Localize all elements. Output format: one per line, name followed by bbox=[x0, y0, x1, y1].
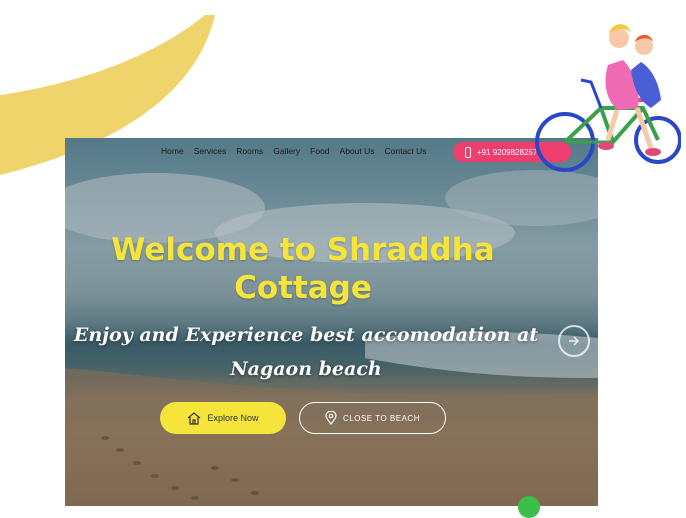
nav-about-us[interactable]: About Us bbox=[340, 146, 375, 156]
nav-food[interactable]: Food bbox=[310, 146, 329, 156]
home-icon bbox=[188, 411, 201, 425]
hero-section: Home Services Rooms Gallery Food About U… bbox=[65, 138, 598, 506]
chat-bubble-icon[interactable] bbox=[518, 496, 540, 518]
nav-rooms[interactable]: Rooms bbox=[236, 146, 263, 156]
carousel-next-button[interactable] bbox=[558, 325, 590, 357]
hero-subtitle: Enjoy and Experience best accomodation a… bbox=[73, 324, 539, 380]
chevron-right-icon bbox=[569, 336, 580, 346]
hero-title: Welcome to Shraddha Cottage bbox=[111, 232, 495, 306]
phone-icon bbox=[465, 146, 471, 158]
phone-number: +91 9209828257 bbox=[477, 147, 538, 157]
close-to-beach-button[interactable]: CLOSE TO BEACH bbox=[299, 402, 446, 434]
explore-now-label: Explore Now bbox=[207, 413, 259, 423]
bicycle-illustration bbox=[535, 24, 681, 172]
main-nav: Home Services Rooms Gallery Food About U… bbox=[161, 146, 427, 156]
nav-contact-us[interactable]: Contact Us bbox=[385, 146, 427, 156]
location-pin-icon bbox=[325, 411, 337, 425]
nav-home[interactable]: Home bbox=[161, 146, 184, 156]
explore-now-button[interactable]: Explore Now bbox=[160, 402, 286, 434]
nav-services[interactable]: Services bbox=[194, 146, 227, 156]
close-to-beach-label: CLOSE TO BEACH bbox=[343, 413, 420, 423]
nav-gallery[interactable]: Gallery bbox=[273, 146, 300, 156]
